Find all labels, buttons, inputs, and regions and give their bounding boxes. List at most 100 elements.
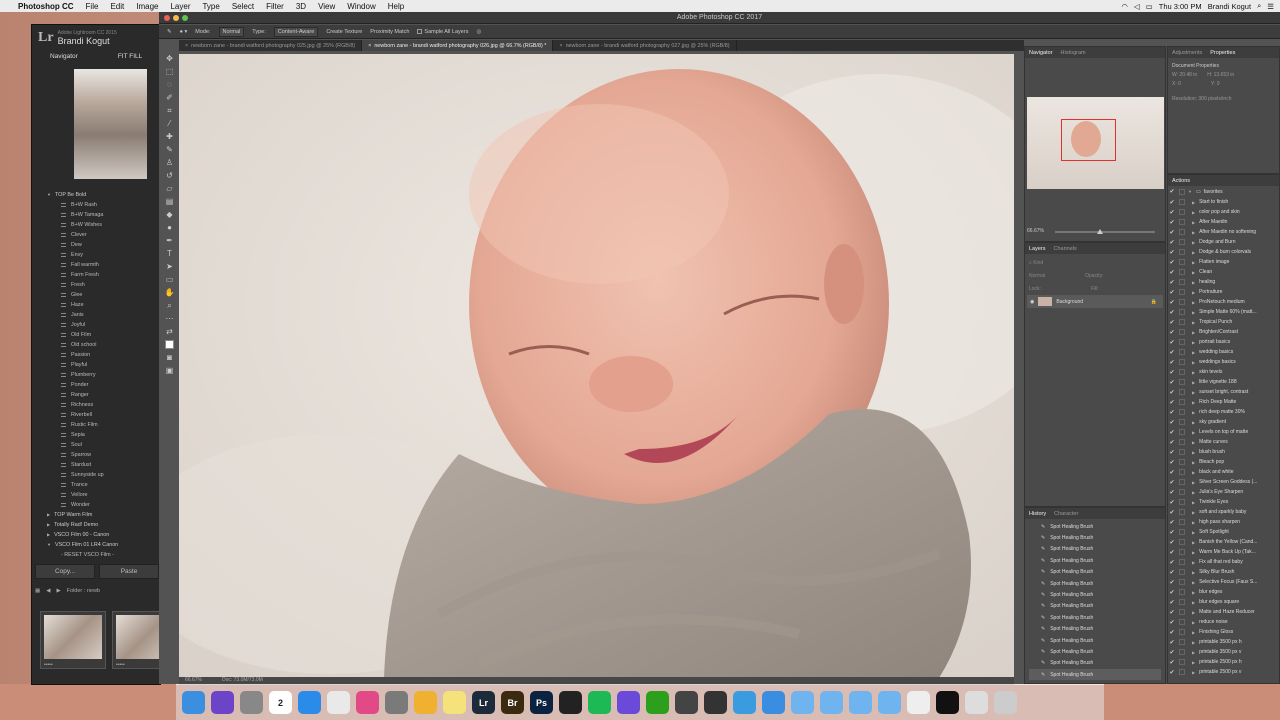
volume-icon[interactable]: ◁ [1134, 2, 1140, 11]
height-value[interactable]: H: 13.653 in [1207, 71, 1234, 80]
dialog-toggle[interactable] [1179, 589, 1185, 596]
dialog-toggle[interactable] [1179, 539, 1185, 546]
dialog-toggle[interactable] [1179, 549, 1185, 556]
action-toggle-icon[interactable]: ✔ [1168, 659, 1176, 666]
preset-item[interactable]: Old school [47, 340, 162, 350]
photoshop-dock-icon[interactable]: Ps [530, 691, 553, 714]
preset-item[interactable]: Envy [47, 250, 162, 260]
battery-icon[interactable]: ▭ [1146, 2, 1153, 11]
dialog-toggle[interactable] [1179, 499, 1185, 506]
itunes-dock-icon[interactable] [356, 691, 379, 714]
notes-dock-icon[interactable] [443, 691, 466, 714]
quick-select-tool-icon[interactable]: ✐ [163, 91, 176, 104]
preset-item[interactable]: Riverbell [47, 410, 162, 420]
action-toggle-icon[interactable]: ✔ [1168, 469, 1176, 476]
facetime-dock-icon[interactable] [733, 691, 756, 714]
dialog-toggle[interactable] [1179, 629, 1185, 636]
navigator-thumbnail[interactable] [1027, 97, 1164, 189]
hand-tool-icon[interactable]: ✋ [163, 286, 176, 299]
lightroom-dock-icon[interactable]: Lr [472, 691, 495, 714]
finder2-dock-icon[interactable] [965, 691, 988, 714]
healing-brush-tool-icon[interactable]: ✚ [163, 130, 176, 143]
proximity-match-button[interactable]: Proximity Match [370, 29, 409, 35]
action-item[interactable]: ✔ ▶ ProNetouch medium [1168, 297, 1279, 307]
menu-layer[interactable]: Layer [164, 2, 196, 11]
swap-colors-icon[interactable]: ⇄ [163, 325, 176, 338]
history-state[interactable]: ✎ Spot Healing Brush [1029, 612, 1161, 623]
action-toggle-icon[interactable]: ✔ [1168, 319, 1176, 326]
dialog-toggle[interactable] [1179, 649, 1185, 656]
preset-group[interactable]: ▶ TOP Warm Film [47, 510, 162, 520]
dialog-toggle[interactable] [1179, 379, 1185, 386]
preset-item[interactable]: Haze [47, 300, 162, 310]
menu-window[interactable]: Window [341, 2, 381, 11]
type-tool-icon[interactable]: T [163, 247, 176, 260]
preset-item[interactable]: Plumberry [47, 370, 162, 380]
action-item[interactable]: ✔ ▶ high pass sharpen [1168, 517, 1279, 527]
action-toggle-icon[interactable]: ✔ [1168, 399, 1176, 406]
action-toggle-icon[interactable]: ✔ [1168, 629, 1176, 636]
dialog-toggle[interactable] [1179, 279, 1185, 286]
back-arrow-icon[interactable]: ◀ [46, 588, 50, 594]
dialog-toggle[interactable] [1179, 239, 1185, 246]
preset-item[interactable]: Rustic Film [47, 420, 162, 430]
navigator-zoom-slider[interactable] [1055, 229, 1155, 234]
action-toggle-icon[interactable]: ✔ [1168, 389, 1176, 396]
menu-filter[interactable]: Filter [260, 2, 290, 11]
dialog-toggle[interactable] [1179, 369, 1185, 376]
action-toggle-icon[interactable]: ✔ [1168, 619, 1176, 626]
messages-dock-icon[interactable] [762, 691, 785, 714]
action-item[interactable]: ✔ ▶ Twinkle Eyes [1168, 497, 1279, 507]
siri-dock-icon[interactable] [211, 691, 234, 714]
menu-type[interactable]: Type [196, 2, 225, 11]
action-item[interactable]: ✔ ▶ blush brush [1168, 447, 1279, 457]
x-dock-icon[interactable] [675, 691, 698, 714]
content-aware-button[interactable]: Content-Aware [273, 26, 319, 37]
history-state[interactable]: ✎ Spot Healing Brush [1029, 658, 1161, 669]
shape-tool-icon[interactable]: ▭ [163, 273, 176, 286]
history-state[interactable]: ✎ Spot Healing Brush [1029, 635, 1161, 646]
preset-item[interactable]: Wonder [47, 500, 162, 510]
tab-histogram[interactable]: Histogram [1061, 50, 1086, 56]
notification-center-icon[interactable]: ☰ [1267, 2, 1274, 11]
action-item[interactable]: ✔ ▶ Brighten/Contrast [1168, 327, 1279, 337]
lock-icon[interactable]: 🔒 [1151, 299, 1157, 305]
preset-item[interactable]: Sparrow [47, 450, 162, 460]
chrome-dock-icon[interactable] [327, 691, 350, 714]
minimize-window-button[interactable] [173, 15, 179, 21]
dialog-toggle[interactable] [1179, 229, 1185, 236]
action-item[interactable]: ✔ ▶ printable 3500 px v [1168, 647, 1279, 657]
action-toggle-icon[interactable]: ✔ [1168, 249, 1176, 256]
action-toggle-icon[interactable]: ✔ [1168, 429, 1176, 436]
dialog-toggle[interactable] [1179, 459, 1185, 466]
action-toggle-icon[interactable]: ✔ [1168, 239, 1176, 246]
history-state[interactable]: ✎ Spot Healing Brush [1029, 555, 1161, 566]
safari-dock-icon[interactable] [298, 691, 321, 714]
dialog-toggle[interactable] [1179, 569, 1185, 576]
document-canvas[interactable] [179, 54, 1014, 678]
menu-image[interactable]: Image [130, 2, 164, 11]
calendar-dock-icon[interactable]: 2 [269, 691, 292, 714]
paste-button[interactable]: Paste [99, 564, 159, 579]
action-item[interactable]: ✔ ▶ Simple Matte 60% (matt... [1168, 307, 1279, 317]
wifi-icon[interactable]: ◠ [1121, 2, 1128, 11]
preset-item[interactable]: - RESET VSCO Film - [47, 550, 162, 560]
menu-help[interactable]: Help [382, 2, 410, 11]
layer-name[interactable]: Background [1056, 299, 1083, 305]
dialog-toggle[interactable] [1179, 529, 1185, 536]
preset-item[interactable]: B+W Rash [47, 200, 162, 210]
path-select-tool-icon[interactable]: ➤ [163, 260, 176, 273]
preset-item[interactable]: Sepia [47, 430, 162, 440]
action-toggle-icon[interactable]: ✔ [1168, 289, 1176, 296]
zoom-window-button[interactable] [182, 15, 188, 21]
dialog-toggle[interactable] [1179, 419, 1185, 426]
action-item[interactable]: ✔ ▶ Silver Screen Goddess (... [1168, 477, 1279, 487]
action-toggle-icon[interactable]: ✔ [1168, 369, 1176, 376]
dialog-toggle[interactable] [1179, 199, 1185, 206]
action-toggle-icon[interactable]: ✔ [1168, 519, 1176, 526]
action-toggle-icon[interactable]: ✔ [1168, 409, 1176, 416]
action-toggle-icon[interactable]: ✔ [1168, 209, 1176, 216]
dialog-toggle[interactable] [1179, 479, 1185, 486]
action-toggle-icon[interactable]: ✔ [1168, 309, 1176, 316]
mode-select[interactable]: Normal [218, 26, 245, 37]
